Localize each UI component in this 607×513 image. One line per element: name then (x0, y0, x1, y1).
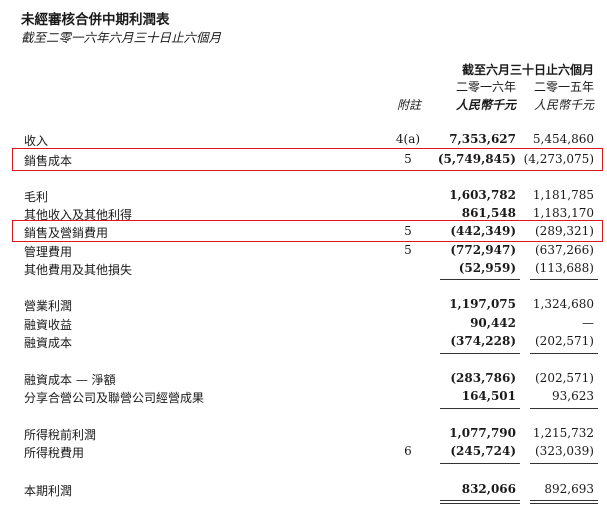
subtotal-underline (530, 353, 598, 354)
total-double-underline (530, 500, 598, 501)
value-2016: (52,959) (458, 261, 516, 275)
value-2016: 832,066 (461, 482, 516, 496)
row-label: 融資成本 (24, 336, 73, 350)
row-label: 管理費用 (24, 245, 73, 259)
value-2016: 861,548 (461, 206, 516, 220)
value-2016: (772,947) (450, 243, 516, 257)
total-double-underline (530, 503, 598, 504)
row-note: 4(a) (395, 132, 421, 146)
subtotal-underline (530, 408, 598, 409)
note-column-header: 附註 (397, 98, 422, 112)
value-2015: 1,215,732 (532, 426, 594, 440)
value-2016: 1,077,790 (449, 426, 516, 440)
subtotal-underline (530, 279, 598, 280)
value-2015: (202,571) (535, 371, 594, 385)
value-2015: 5,454,860 (532, 132, 594, 146)
row-note: 6 (404, 444, 412, 458)
value-2015: — (582, 316, 594, 330)
value-2016: (283,786) (450, 371, 516, 385)
value-2015: (202,571) (535, 334, 594, 348)
row-label: 本期利潤 (24, 484, 73, 498)
value-2015: 1,181,785 (532, 188, 594, 202)
row-label: 營業利潤 (24, 299, 73, 313)
value-2016: 1,197,075 (449, 297, 516, 311)
row-label: 融資成本 — 淨額 (24, 373, 116, 387)
value-2015: 1,183,170 (532, 206, 594, 220)
value-2016: 164,501 (461, 389, 516, 403)
value-2016: 1,603,782 (449, 188, 516, 202)
row-label: 收入 (24, 134, 49, 148)
total-double-underline (440, 500, 520, 501)
year-2015-header: 二零一五年 (533, 80, 594, 94)
value-2015: 93,623 (552, 389, 594, 403)
subtotal-underline (440, 279, 520, 280)
value-2016: (245,724) (450, 444, 516, 458)
row-label: 其他費用及其他損失 (24, 263, 133, 277)
highlight-box-selling-expenses (12, 220, 603, 242)
row-label: 所得稅費用 (24, 446, 85, 460)
value-2015: (323,039) (535, 444, 594, 458)
year-2016-header: 二零一六年 (455, 80, 516, 94)
value-2016: (374,228) (450, 334, 516, 348)
subtotal-underline (440, 408, 520, 409)
highlight-box-cost-of-sales (12, 148, 603, 171)
statement-subtitle: 截至二零一六年六月三十日止六個月 (21, 30, 222, 45)
row-label: 毛利 (24, 190, 49, 204)
row-label: 所得稅前利潤 (24, 428, 97, 442)
subtotal-underline (530, 463, 598, 464)
unit-2016-header: 人民幣千元 (455, 98, 516, 112)
value-2016: 7,353,627 (449, 132, 516, 146)
value-2015: (113,688) (535, 261, 594, 275)
total-double-underline (440, 503, 520, 504)
row-label: 融資收益 (24, 318, 73, 332)
unit-2015-header: 人民幣千元 (533, 98, 594, 112)
period-header: 截至六月三十日止六個月 (461, 63, 594, 77)
statement-title: 未經審核合併中期利潤表 (21, 12, 170, 28)
value-2016: 90,442 (470, 316, 516, 330)
row-label: 分享合營公司及聯營公司經營成果 (24, 391, 205, 405)
subtotal-underline (440, 353, 520, 354)
row-note: 5 (404, 243, 412, 257)
value-2015: 892,693 (544, 482, 594, 496)
value-2015: (637,266) (535, 243, 594, 257)
value-2015: 1,324,680 (532, 297, 594, 311)
subtotal-underline (440, 463, 520, 464)
